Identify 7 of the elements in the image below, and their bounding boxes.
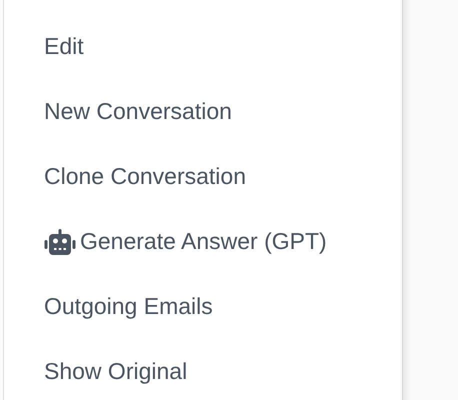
menu-item[interactable]: Clone Conversation — [4, 144, 246, 209]
menu-item[interactable]: New Conversation — [4, 79, 232, 144]
menu-item[interactable]: Outgoing Emails — [4, 274, 213, 339]
menu-item[interactable]: Show Original — [4, 339, 188, 400]
robot-icon — [44, 228, 76, 254]
menu-item[interactable]: Edit — [4, 14, 84, 79]
menu-item[interactable]: Generate Answer (GPT) — [4, 209, 327, 274]
